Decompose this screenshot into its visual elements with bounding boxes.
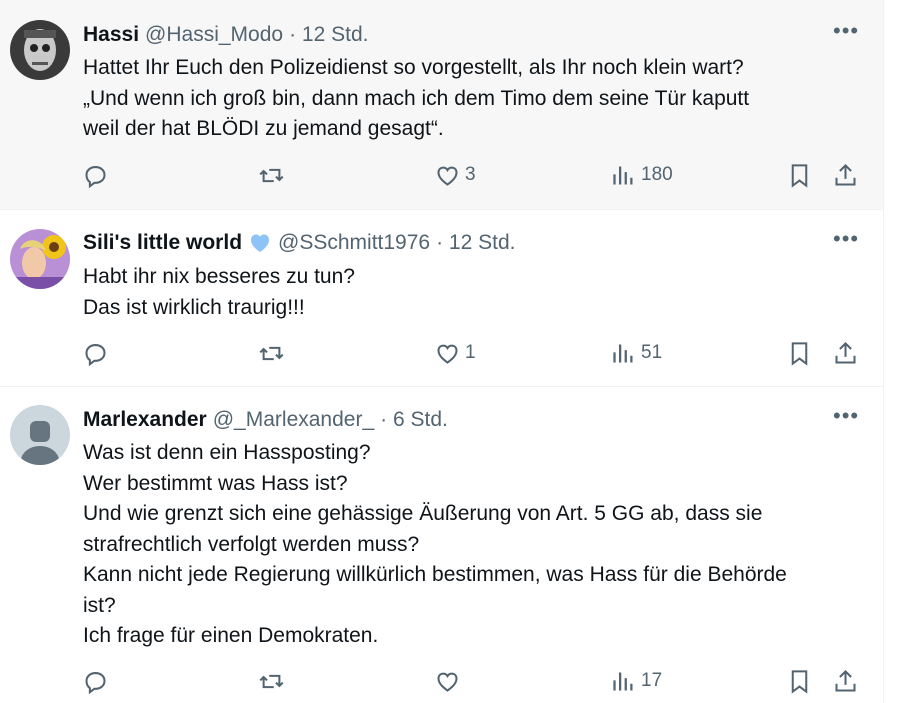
author-name[interactable]: Hassi bbox=[83, 22, 139, 48]
views-count: 180 bbox=[641, 164, 673, 185]
heart-icon bbox=[437, 166, 458, 186]
tweet-header: Sili's little world @SSchmitt1976 · 12 S… bbox=[83, 230, 515, 256]
views-button[interactable]: 17 bbox=[610, 666, 662, 696]
bookmark-icon bbox=[791, 163, 808, 188]
retweet-button[interactable] bbox=[258, 160, 289, 190]
views-button[interactable]: 51 bbox=[610, 338, 662, 368]
timestamp[interactable]: · 12 Std. bbox=[289, 22, 368, 48]
avatar[interactable] bbox=[10, 20, 70, 80]
tweet-text-line: Und wie grenzt sich eine gehässige Äußer… bbox=[83, 502, 763, 525]
tweet-text: Hattet Ihr Euch den Polizeidienst so vor… bbox=[83, 53, 873, 145]
share-button[interactable] bbox=[832, 338, 859, 368]
retweet-icon bbox=[259, 674, 284, 688]
like-button[interactable]: 3 bbox=[434, 160, 476, 190]
tweet-text-line: ist? bbox=[83, 593, 116, 617]
bookmark-button[interactable] bbox=[786, 160, 813, 190]
share-button[interactable] bbox=[832, 666, 859, 696]
views-button[interactable]: 180 bbox=[610, 160, 673, 190]
retweet-icon bbox=[259, 168, 284, 182]
tweet-text-line: Habt ihr nix besseres zu tun? bbox=[83, 265, 355, 288]
reply-icon bbox=[85, 343, 106, 366]
share-icon bbox=[835, 669, 856, 692]
tweet-text-line: Was ist denn ein Hassposting? bbox=[83, 441, 371, 464]
tweet-header: Marlexander @_Marlexander_ · 6 Std. bbox=[83, 407, 448, 433]
tweet-hassi[interactable]: Hassi @Hassi_Modo · 12 Std. ••• Hattet I… bbox=[0, 0, 883, 210]
reply-button[interactable] bbox=[82, 338, 113, 368]
like-count: 3 bbox=[465, 164, 476, 185]
tweet-actions: 1 51 bbox=[0, 338, 883, 368]
like-button[interactable] bbox=[434, 666, 465, 696]
like-count: 1 bbox=[465, 342, 476, 363]
share-icon bbox=[835, 163, 856, 186]
views-icon bbox=[613, 344, 633, 362]
retweet-button[interactable] bbox=[258, 338, 289, 368]
avatar[interactable] bbox=[10, 229, 70, 289]
tweet-text-line: weil der hat BLÖDI zu jemand gesagt“. bbox=[83, 117, 444, 140]
bookmark-icon bbox=[791, 341, 808, 366]
timestamp[interactable]: · 6 Std. bbox=[380, 407, 448, 433]
bookmark-button[interactable] bbox=[786, 666, 813, 696]
views-count: 17 bbox=[641, 670, 663, 691]
tweet-actions: 17 bbox=[0, 666, 883, 696]
author-name[interactable]: Sili's little world bbox=[83, 230, 242, 256]
reply-button[interactable] bbox=[82, 160, 113, 190]
timeline: Hassi @Hassi_Modo · 12 Std. ••• Hattet I… bbox=[0, 0, 884, 703]
retweet-icon bbox=[259, 346, 284, 360]
like-button[interactable]: 1 bbox=[434, 338, 476, 368]
more-icon[interactable]: ••• bbox=[833, 20, 858, 50]
reply-icon bbox=[85, 165, 106, 188]
tweet-text-line: Hattet Ihr Euch den Polizeidienst so vor… bbox=[83, 56, 744, 79]
author-handle[interactable]: @_Marlexander_ bbox=[213, 407, 374, 433]
author-name[interactable]: Marlexander bbox=[83, 407, 207, 433]
more-icon[interactable]: ••• bbox=[833, 228, 858, 258]
heart-icon bbox=[437, 344, 458, 364]
reply-button[interactable] bbox=[82, 666, 113, 696]
views-icon bbox=[613, 672, 633, 690]
views-icon bbox=[613, 166, 633, 184]
retweet-button[interactable] bbox=[258, 666, 289, 696]
timestamp[interactable]: · 12 Std. bbox=[436, 230, 515, 256]
tweet-text: Habt ihr nix besseres zu tun? Das ist wi… bbox=[83, 262, 873, 323]
bookmark-icon bbox=[791, 669, 808, 694]
tweet-text-line: „Und wenn ich groß bin, dann mach ich de… bbox=[83, 86, 750, 110]
tweet-text: Was ist denn ein Hassposting? Wer bestim… bbox=[83, 438, 873, 652]
share-button[interactable] bbox=[832, 160, 859, 190]
tweet-actions: 3 180 bbox=[0, 160, 883, 190]
reply-icon bbox=[85, 671, 106, 694]
avatar[interactable] bbox=[10, 405, 70, 465]
tweet-text-line: Ich frage für einen Demokraten. bbox=[83, 624, 379, 647]
views-count: 51 bbox=[641, 342, 663, 363]
tweet-text-line: Wer bestimmt was Hass ist? bbox=[83, 471, 348, 495]
author-handle[interactable]: @Hassi_Modo bbox=[145, 22, 283, 48]
tweet-text-line: Das ist wirklich traurig!!! bbox=[83, 295, 305, 319]
tweet-marlexander[interactable]: Marlexander @_Marlexander_ · 6 Std. ••• … bbox=[0, 387, 883, 703]
default-avatar-icon bbox=[10, 405, 70, 465]
tweet-text-line: Kann nicht jede Regierung willkürlich be… bbox=[83, 563, 787, 586]
tweet-text-line: strafrechtlich verfolgt werden muss? bbox=[83, 532, 420, 556]
bookmark-button[interactable] bbox=[786, 338, 813, 368]
more-icon[interactable]: ••• bbox=[833, 405, 858, 435]
share-icon bbox=[835, 341, 856, 364]
heart-badge-icon bbox=[251, 234, 270, 252]
tweet-sili[interactable]: Sili's little world @SSchmitt1976 · 12 S… bbox=[0, 210, 883, 387]
author-handle[interactable]: @SSchmitt1976 bbox=[278, 230, 430, 256]
heart-icon bbox=[437, 672, 458, 692]
tweet-header: Hassi @Hassi_Modo · 12 Std. bbox=[83, 22, 368, 48]
